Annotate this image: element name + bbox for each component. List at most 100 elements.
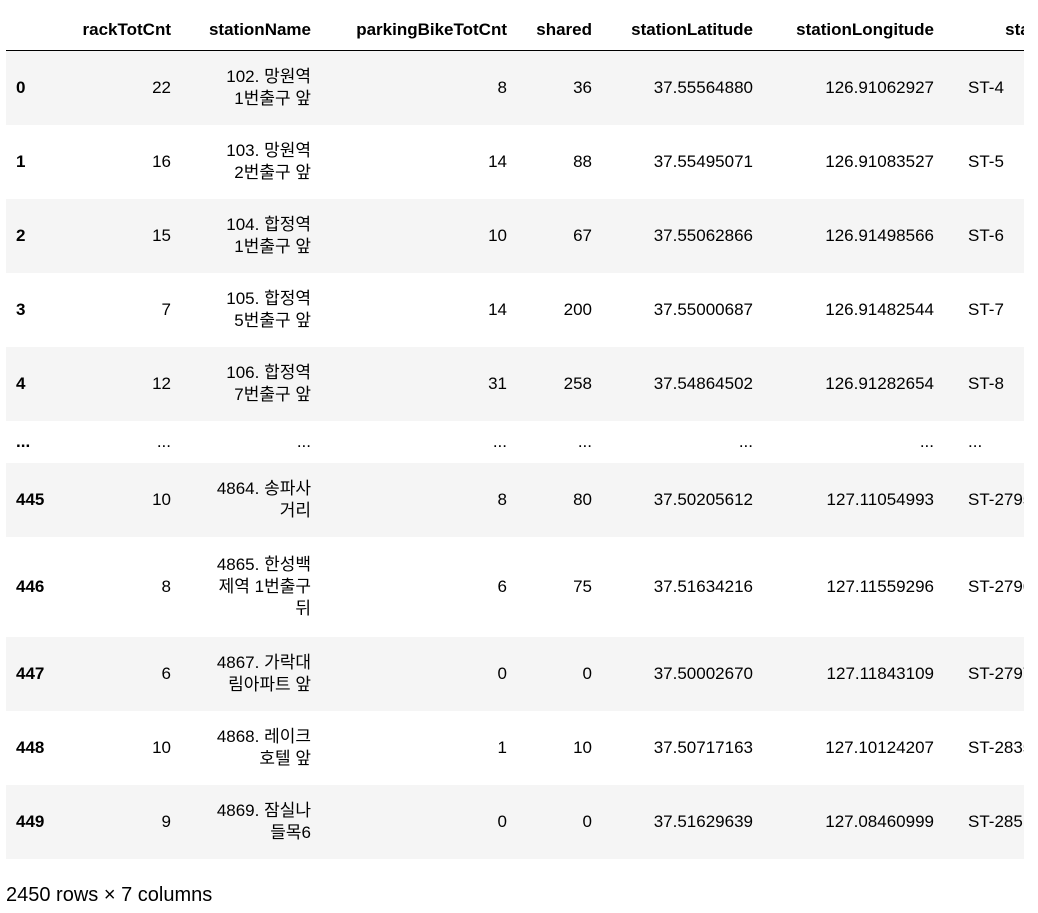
cell-shared: 36	[573, 77, 592, 97]
cell-station-id: ST-2795	[968, 489, 1024, 509]
cell-station-id: ST-5	[968, 151, 1004, 171]
column-header: rackTotCnt	[68, 9, 181, 51]
station-name-line: 7번출구 앞	[234, 384, 311, 404]
cell-station-id: ST-4	[968, 77, 1004, 97]
station-name-line: 5번출구 앞	[234, 310, 311, 330]
cell-station-latitude: 37.50717163	[653, 737, 753, 757]
cell-rack-tot-cnt: 10	[152, 737, 171, 757]
cell-shared: 0	[582, 663, 592, 683]
station-name-line: 105. 합정역	[226, 288, 311, 308]
dataframe-shape-summary: 2450 rows × 7 columns	[6, 884, 213, 906]
cell-station-longitude: 127.11054993	[826, 489, 934, 509]
table-body: 0 22 102. 망원역 1번출구 앞 8 36 37.55564880 126.91062…	[6, 50, 1024, 859]
cell-shared: 67	[573, 225, 592, 245]
cell-station-longitude: 126.91083527	[825, 151, 934, 171]
cell-station-longitude: 127.11559296	[826, 576, 934, 596]
row-index: 448	[16, 737, 45, 757]
cell-parking-bike-tot-cnt: 14	[488, 299, 507, 319]
cell-parking-bike-tot-cnt: 6	[497, 576, 507, 596]
cell-shared: 88	[573, 151, 592, 171]
cell-shared: 75	[573, 576, 592, 596]
station-name-line: 2번출구 앞	[234, 162, 311, 182]
cell-station-name: 4869. 잠실나 들목6	[181, 785, 321, 859]
column-header: stationName	[181, 9, 321, 51]
cell-rack-tot-cnt: 22	[152, 77, 171, 97]
station-name-line: 4865. 한성백	[216, 554, 311, 574]
cell-station-id: ST-7	[968, 299, 1004, 319]
cell-station-latitude: 37.55000687	[653, 299, 753, 319]
cell-station-longitude: 127.11843109	[826, 663, 934, 683]
cell-station-longitude: 127.10124207	[825, 737, 934, 757]
cell-parking-bike-tot-cnt: 1	[497, 737, 507, 757]
cell-station-name: 106. 합정역 7번출구 앞	[181, 347, 321, 421]
dataframe-output: rackTotCnt stationName parkingBikeTotCnt sh…	[6, 9, 1024, 859]
station-name-line: 102. 망원역	[226, 66, 311, 86]
column-header: parkingBikeTotCnt	[321, 9, 517, 51]
cell-rack-tot-cnt: 9	[161, 811, 171, 831]
dataframe-table: rackTotCnt stationName parkingBikeTotCnt sh…	[6, 9, 1024, 859]
station-name-line: 들목6	[270, 822, 311, 842]
row-index: 447	[16, 663, 45, 683]
cell-station-longitude: 126.91498566	[825, 225, 934, 245]
column-header: stationId	[944, 9, 1024, 51]
cell-station-name: 102. 망원역 1번출구 앞	[181, 51, 321, 125]
cell-station-longitude: 126.91062927	[825, 77, 934, 97]
cell-station-longitude: 126.91282654	[825, 373, 934, 393]
station-name-line: 1번출구 앞	[234, 236, 311, 256]
cell-station-id: ...	[968, 431, 983, 451]
cell-station-name: 4867. 가락대 림아파트 앞	[181, 637, 321, 711]
cell-station-latitude: 37.55062866	[653, 225, 753, 245]
row-index: 2	[16, 225, 26, 245]
cell-station-id: ST-2796	[968, 576, 1024, 596]
table-row: 449 9 4869. 잠실나 들목6 0 0 37.51629639 127.0846099…	[6, 784, 1024, 859]
cell-station-name: 4864. 송파사 거리	[181, 463, 321, 537]
row-index: 3	[16, 299, 26, 319]
cell-parking-bike-tot-cnt: 14	[488, 151, 507, 171]
cell-shared: 200	[563, 299, 592, 319]
row-index: 4	[16, 373, 26, 393]
column-header: shared	[517, 9, 602, 51]
index-header	[6, 9, 68, 51]
cell-station-name: 4865. 한성백 제역 1번출구 뒤	[181, 537, 321, 637]
cell-shared: 0	[582, 811, 592, 831]
cell-station-longitude: ...	[919, 431, 934, 451]
station-name-line: 4868. 레이크	[216, 726, 311, 746]
header-row: rackTotCnt stationName parkingBikeTotCnt sh…	[6, 9, 1024, 51]
cell-parking-bike-tot-cnt: 0	[497, 811, 507, 831]
cell-station-latitude: 37.54864502	[653, 373, 753, 393]
cell-rack-tot-cnt: 16	[152, 151, 171, 171]
cell-rack-tot-cnt: 6	[161, 663, 171, 683]
cell-rack-tot-cnt: ...	[156, 431, 171, 451]
table-row: 446 8 4865. 한성백 제역 1번출구 뒤 6 75 37.51634216 127.1…	[6, 536, 1024, 637]
row-index: ...	[16, 431, 31, 451]
cell-station-id: ST-2797	[968, 663, 1024, 683]
cell-parking-bike-tot-cnt: 8	[497, 77, 507, 97]
table-row: 4 12 106. 합정역 7번출구 앞 31 258 37.54864502 126.912…	[6, 346, 1024, 421]
cell-station-longitude: 126.91482544	[825, 299, 934, 319]
table-row: 0 22 102. 망원역 1번출구 앞 8 36 37.55564880 126.91062…	[6, 50, 1024, 125]
cell-station-name: 103. 망원역 2번출구 앞	[181, 125, 321, 199]
cell-station-latitude: 37.51629639	[653, 811, 753, 831]
station-name-line: 거리	[279, 500, 311, 520]
row-index: 449	[16, 811, 45, 831]
station-name-line: 104. 합정역	[226, 214, 311, 234]
cell-rack-tot-cnt: 12	[152, 373, 171, 393]
cell-shared: ...	[577, 431, 592, 451]
cell-station-id: ST-6	[968, 225, 1004, 245]
row-index: 0	[16, 77, 26, 97]
cell-parking-bike-tot-cnt: 31	[488, 373, 507, 393]
station-name-line: 4867. 가락대	[216, 652, 311, 672]
cell-station-name: ...	[181, 421, 321, 463]
cell-station-latitude: 37.51634216	[653, 576, 753, 596]
row-index: 446	[16, 576, 45, 596]
cell-station-id: ST-2835	[968, 737, 1024, 757]
table-row: 3 7 105. 합정역 5번출구 앞 14 200 37.55000687 126.9148…	[6, 272, 1024, 347]
column-header: stationLatitude	[602, 9, 763, 51]
station-name-line: 4869. 잠실나	[216, 800, 311, 820]
table-row: 2 15 104. 합정역 1번출구 앞 10 67 37.55062866 126.9149…	[6, 198, 1024, 273]
row-index: 445	[16, 489, 45, 509]
station-name-line: 뒤	[295, 598, 311, 618]
cell-station-longitude: 127.08460999	[825, 811, 934, 831]
cell-station-name: 104. 합정역 1번출구 앞	[181, 199, 321, 273]
station-name-line: 103. 망원역	[226, 140, 311, 160]
